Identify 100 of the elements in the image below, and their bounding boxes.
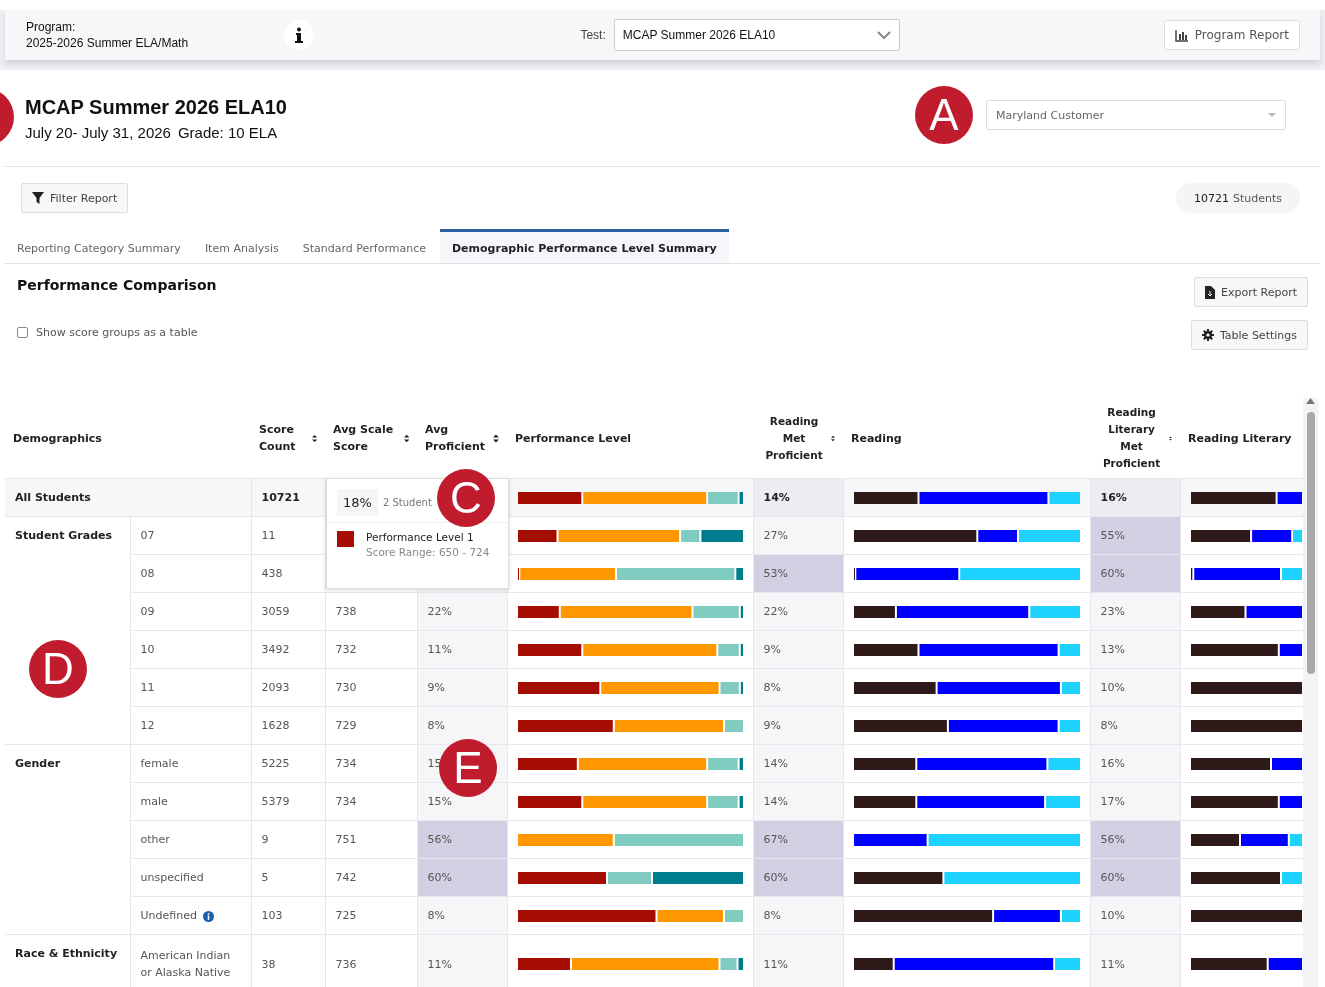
table-cell: 9: [261, 833, 269, 846]
table-cell: 8%: [427, 909, 445, 922]
tooltip-score-range: Score Range: 650 - 724: [366, 546, 490, 558]
table-cell: 734: [335, 757, 357, 770]
table-settings-button[interactable]: Table Settings: [1190, 320, 1308, 350]
table-cell: unspecified: [140, 871, 204, 884]
table-cell: 23%: [1100, 605, 1125, 618]
column-header: Performance Level: [515, 430, 632, 447]
table-cell: 11: [140, 681, 155, 694]
caret-down-icon: [1268, 113, 1276, 117]
test-label: Test:: [580, 28, 606, 42]
table-cell: 736: [335, 957, 357, 971]
table-cell: 734: [335, 795, 357, 808]
table-cell: 8%: [1100, 719, 1118, 732]
table-cell: 15: [427, 757, 442, 770]
table-cell: 13%: [1100, 643, 1125, 656]
table-cell: 8%: [763, 909, 781, 922]
column-header: Reading: [851, 430, 902, 447]
gear-icon: [1201, 329, 1214, 341]
table-cell: 3059: [261, 605, 290, 618]
column-header[interactable]: Avg Scale Score: [333, 421, 400, 455]
table-cell: 9%: [427, 681, 445, 694]
table-cell: 60%: [427, 871, 452, 884]
table-cell: 16%: [1100, 491, 1127, 504]
info-icon: [293, 27, 305, 43]
table-cell: 11%: [763, 957, 788, 971]
table-cell: 9%: [763, 643, 781, 656]
column-header[interactable]: Reading Met Proficient: [761, 412, 828, 464]
checkbox-label: Show score groups as a table: [36, 326, 198, 339]
table-cell: 2093: [261, 681, 290, 694]
test-dropdown[interactable]: MCAP Summer 2026 ELA10: [613, 19, 900, 51]
table-cell: 438: [261, 567, 283, 580]
program-report-button[interactable]: Program Report: [1163, 20, 1300, 50]
table-cell: 11: [261, 529, 276, 542]
date-range: July 20- July 31, 2026: [25, 124, 171, 141]
tab[interactable]: Demographic Performance Level Summary: [440, 229, 729, 263]
table-cell: 732: [335, 643, 357, 656]
table-cell: 11%: [427, 957, 452, 971]
bar-chart-icon: [1174, 28, 1189, 42]
column-header[interactable]: Score Count: [259, 421, 308, 455]
callout-marker: A: [915, 86, 973, 144]
tab[interactable]: Item Analysis: [192, 229, 291, 263]
export-report-button[interactable]: Export Report: [1194, 277, 1308, 307]
group-label: Gender: [15, 757, 61, 770]
table-cell: 8%: [763, 681, 781, 694]
table-cell: 67%: [763, 833, 788, 846]
table-cell: 56%: [427, 833, 452, 846]
table-cell: 38: [261, 957, 276, 971]
table-cell: 730: [335, 681, 357, 694]
table-cell: 56%: [1100, 833, 1125, 846]
callout-marker: D: [29, 640, 87, 698]
student-count-badge: 10721 Students: [1175, 183, 1300, 213]
table-cell: 16%: [1100, 757, 1125, 770]
table-cell: 10: [140, 643, 155, 656]
table-cell: 12: [140, 719, 155, 732]
table-cell: 15%: [427, 795, 452, 808]
checkbox[interactable]: [17, 327, 28, 338]
table-cell: 742: [335, 871, 357, 884]
table-cell: 5: [261, 871, 269, 884]
table-cell: American Indian or Alaska Native: [140, 949, 231, 979]
filter-report-button[interactable]: Filter Report: [21, 183, 129, 213]
table-cell: 11%: [427, 643, 452, 656]
file-download-icon: [1205, 285, 1216, 299]
table-cell: 11%: [1100, 957, 1125, 971]
grade-label: Grade: 10 ELA: [177, 124, 278, 141]
table-cell: 5225: [261, 757, 290, 770]
column-header: Demographics: [13, 430, 102, 447]
filter-icon: [32, 192, 44, 204]
group-label: Race & Ethnicity: [15, 947, 118, 960]
table-cell: 14%: [763, 757, 788, 770]
tab[interactable]: Reporting Category Summary: [5, 229, 193, 263]
scroll-up-icon: [1306, 398, 1315, 404]
program-name: 2025-2026 Summer ELA/Math: [26, 35, 190, 51]
table-cell: 27%: [763, 529, 788, 542]
report-title: MCAP Summer 2026 ELA10: [25, 96, 287, 119]
table-cell: other: [140, 833, 170, 846]
table-cell: 09: [140, 605, 155, 618]
tooltip-count: 2 Student: [382, 497, 432, 508]
row-label: All Students: [15, 491, 91, 504]
customer-dropdown[interactable]: Maryland Customer: [986, 100, 1286, 130]
table-cell: 103: [261, 909, 283, 922]
column-header[interactable]: Reading Literary Met Proficient: [1098, 404, 1166, 472]
table-cell: 60%: [763, 871, 788, 884]
chevron-down-icon: [876, 30, 891, 40]
info-button[interactable]: [284, 20, 314, 50]
table-cell: 751: [335, 833, 357, 846]
scrollbar-thumb[interactable]: [1307, 412, 1315, 674]
table-cell: Undefined: [140, 909, 197, 922]
column-header: Reading Literary: [1188, 430, 1292, 447]
table-cell: 60%: [1100, 871, 1125, 884]
table-cell: female: [140, 757, 179, 770]
table-cell: 22%: [427, 605, 452, 618]
tooltip-percent: 18%: [337, 489, 378, 516]
table-cell: 14%: [763, 795, 788, 808]
tab[interactable]: Standard Performance: [290, 229, 438, 263]
program-label: Program:: [26, 19, 77, 35]
scrollbar[interactable]: [1303, 398, 1318, 987]
table-cell: 3492: [261, 643, 290, 656]
table-cell: 10721: [261, 491, 300, 504]
column-header[interactable]: Avg Proficient: [425, 421, 490, 455]
